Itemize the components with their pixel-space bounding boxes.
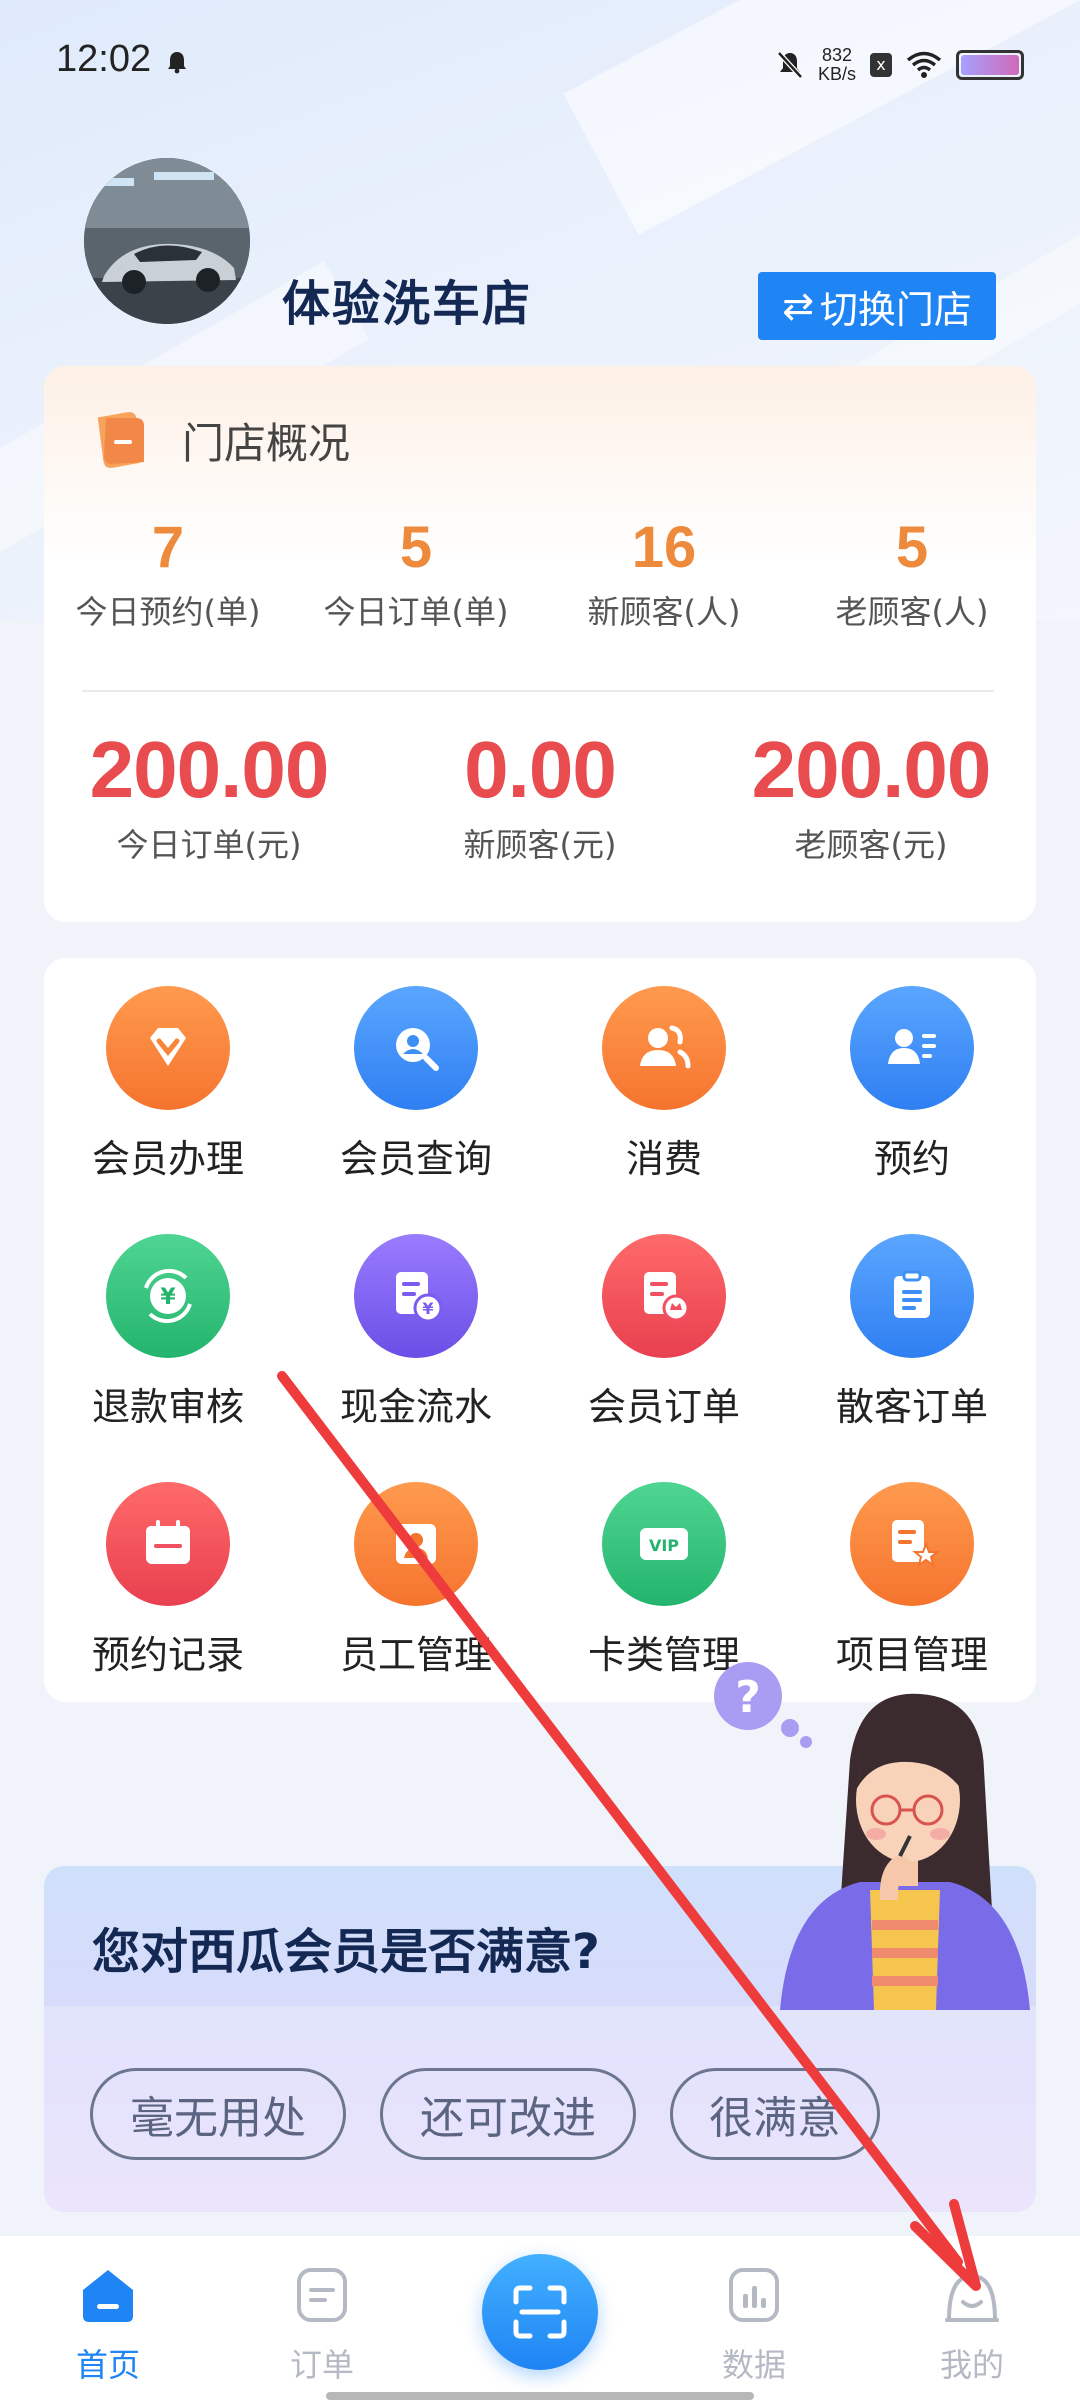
member-search-icon bbox=[354, 986, 478, 1110]
overview-divider bbox=[82, 690, 994, 692]
svg-text:¥: ¥ bbox=[160, 1285, 176, 1310]
bell-icon bbox=[168, 52, 186, 74]
switch-store-label: 切换门店 bbox=[819, 287, 972, 332]
contact-card-icon bbox=[850, 986, 974, 1110]
stat-value: 7 bbox=[151, 515, 185, 580]
money-value: 0.00 bbox=[464, 725, 617, 814]
profile-icon bbox=[945, 2273, 999, 2322]
overview-tag-icon bbox=[97, 412, 144, 468]
stat-today-appointments: 7 今日预约(单) bbox=[44, 514, 292, 633]
nav-mine[interactable]: 我的 bbox=[892, 2264, 1052, 2386]
menu-refund-review[interactable]: ¥ 退款审核 bbox=[48, 1234, 288, 1431]
chart-icon bbox=[729, 2268, 779, 2322]
calendar-icon bbox=[106, 1482, 230, 1606]
switch-icon: ⇄ bbox=[782, 284, 814, 328]
order-icon bbox=[297, 2268, 347, 2322]
vip-text: VIP bbox=[649, 1536, 679, 1555]
menu-label: 预约 bbox=[873, 1137, 950, 1181]
wifi-icon bbox=[906, 51, 942, 78]
staff-icon bbox=[354, 1482, 478, 1606]
menu-label: 员工管理 bbox=[339, 1633, 492, 1677]
stat-label: 今日预约(单) bbox=[75, 593, 261, 631]
money-returning-customers: 200.00 老顾客(元) bbox=[706, 724, 1036, 866]
nav-label: 我的 bbox=[939, 2346, 1004, 2384]
stat-new-customers: 16 新顾客(人) bbox=[540, 514, 788, 633]
money-today-orders: 200.00 今日订单(元) bbox=[44, 724, 374, 866]
menu-label: 会员查询 bbox=[339, 1137, 492, 1181]
menu-consumption[interactable]: 消费 bbox=[544, 986, 784, 1183]
svg-text:¥: ¥ bbox=[422, 1299, 433, 1318]
stat-label: 新顾客(人) bbox=[587, 593, 741, 631]
survey-option-satisfied[interactable]: 很满意 bbox=[670, 2068, 880, 2160]
stat-value: 5 bbox=[399, 515, 433, 580]
stat-value: 16 bbox=[631, 515, 697, 580]
menu-cash-flow[interactable]: ¥ 现金流水 bbox=[296, 1234, 536, 1431]
menu-member-register[interactable]: 会员办理 bbox=[48, 986, 288, 1183]
overview-title: 门店概况 bbox=[182, 419, 351, 468]
scan-icon bbox=[513, 2285, 567, 2339]
menu-label: 消费 bbox=[625, 1137, 702, 1181]
network-speed: 832 KB/s bbox=[818, 46, 856, 84]
network-speed-unit: KB/s bbox=[817, 64, 856, 84]
battery-icon bbox=[956, 50, 1024, 80]
menu-staff-management[interactable]: 员工管理 bbox=[296, 1482, 536, 1679]
car-photo-icon bbox=[84, 158, 250, 324]
stat-label: 今日订单(单) bbox=[323, 593, 509, 631]
status-bar: 12:02 832 KB/s x bbox=[0, 0, 1080, 130]
status-time: 12:02 bbox=[56, 38, 152, 80]
stat-returning-customers: 5 老顾客(人) bbox=[788, 514, 1036, 633]
menu-label: 退款审核 bbox=[91, 1385, 244, 1429]
thinking-girl-illustration: ? bbox=[714, 1662, 1030, 2010]
switch-store-button[interactable]: ⇄ 切换门店 bbox=[758, 272, 996, 340]
menu-label: 会员订单 bbox=[587, 1385, 740, 1429]
money-label: 老顾客(元) bbox=[794, 826, 948, 864]
question-mark: ? bbox=[735, 1672, 761, 1723]
survey-question: 您对西瓜会员是否满意? bbox=[92, 1924, 600, 1980]
menu-walkin-orders[interactable]: 散客订单 bbox=[792, 1234, 1032, 1431]
stat-label: 老顾客(人) bbox=[835, 593, 989, 631]
diamond-icon bbox=[106, 986, 230, 1110]
shop-avatar[interactable] bbox=[84, 158, 250, 324]
shop-name: 体验洗车店 bbox=[282, 276, 533, 332]
clipboard-icon bbox=[850, 1234, 974, 1358]
menu-member-orders[interactable]: 会员订单 bbox=[544, 1234, 784, 1431]
nav-label: 数据 bbox=[721, 2346, 786, 2384]
money-label: 新顾客(元) bbox=[463, 826, 617, 864]
menu-label: 预约记录 bbox=[91, 1633, 244, 1677]
cash-document-icon: ¥ bbox=[354, 1234, 478, 1358]
money-value: 200.00 bbox=[89, 725, 330, 814]
mute-icon bbox=[777, 51, 803, 79]
nav-orders[interactable]: 订单 bbox=[242, 2264, 402, 2386]
store-overview-card: 门店概况 7 今日预约(单) 5 今日订单(单) 16 新顾客(人) 5 老顾客… bbox=[44, 366, 1036, 922]
project-star-icon bbox=[850, 1482, 974, 1606]
money-label: 今日订单(元) bbox=[116, 826, 302, 864]
nav-label: 首页 bbox=[75, 2346, 140, 2384]
menu-appointment[interactable]: 预约 bbox=[792, 986, 1032, 1183]
nav-home[interactable]: 首页 bbox=[28, 2264, 188, 2386]
stat-today-orders: 5 今日订单(单) bbox=[292, 514, 540, 633]
money-new-customers: 0.00 新顾客(元) bbox=[374, 724, 706, 866]
money-value: 200.00 bbox=[751, 725, 992, 814]
menu-appointment-records[interactable]: 预约记录 bbox=[48, 1482, 288, 1679]
menu-label: 会员办理 bbox=[91, 1137, 244, 1181]
home-icon bbox=[83, 2270, 133, 2322]
function-menu: 会员办理 会员查询 消费 预约 ¥ 退款审核 ¥ 现金流水 会员订单 散客订单 … bbox=[44, 958, 1036, 1702]
nav-label: 订单 bbox=[289, 2346, 354, 2384]
users-icon bbox=[602, 986, 726, 1110]
member-order-icon bbox=[602, 1234, 726, 1358]
survey-option-useless[interactable]: 毫无用处 bbox=[90, 2068, 346, 2160]
survey-option-improve[interactable]: 还可改进 bbox=[380, 2068, 636, 2160]
vip-card-icon: VIP bbox=[602, 1482, 726, 1606]
network-speed-value: 832 bbox=[821, 45, 853, 65]
menu-member-query[interactable]: 会员查询 bbox=[296, 986, 536, 1183]
refund-icon: ¥ bbox=[106, 1234, 230, 1358]
menu-label: 散客订单 bbox=[835, 1385, 988, 1429]
menu-label: 现金流水 bbox=[339, 1385, 492, 1429]
stat-value: 5 bbox=[895, 515, 929, 580]
scan-button[interactable] bbox=[482, 2254, 598, 2370]
home-indicator bbox=[326, 2392, 754, 2400]
nav-data[interactable]: 数据 bbox=[674, 2264, 834, 2386]
x-badge-icon: x bbox=[870, 53, 892, 77]
